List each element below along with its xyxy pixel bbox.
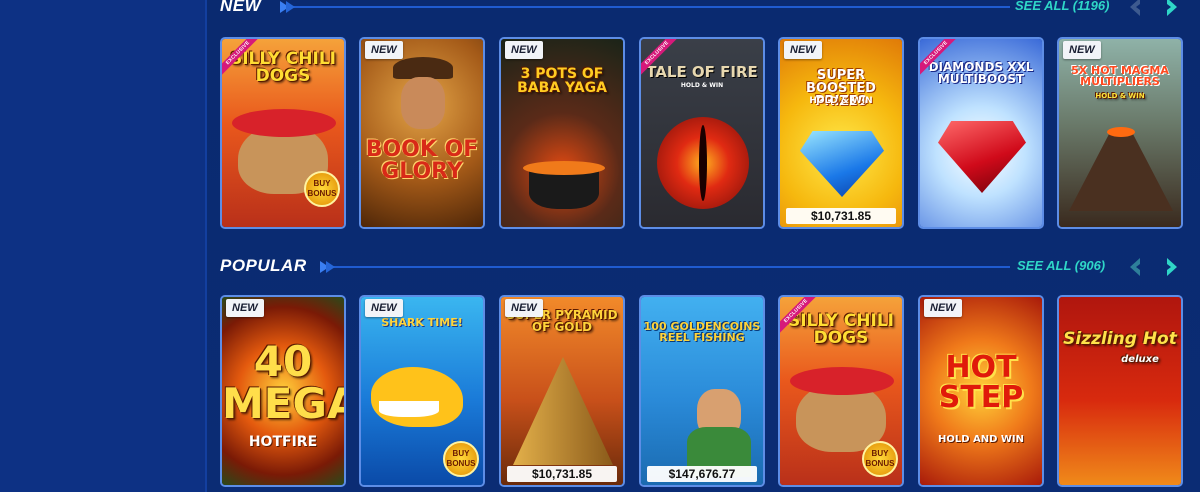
game-tile[interactable]: SILLY CHILI DOGS EXCLUSIVE BUY BONUS [220, 37, 346, 229]
see-all-popular-link[interactable]: SEE ALL (906) [1017, 258, 1105, 273]
game-tile[interactable]: HOT STEP HOLD AND WIN NEW [918, 295, 1044, 487]
game-tile[interactable]: SILLY CHILI DOGS EXCLUSIVE BUY BONUS [778, 295, 904, 487]
main-content: NEW SEE ALL (1196) SILLY CHILI DOGS EXCL… [207, 0, 1200, 492]
new-badge: NEW [505, 299, 543, 317]
game-art [361, 39, 483, 227]
chevron-right-icon[interactable] [1160, 0, 1182, 18]
section-title: NEW [220, 0, 262, 15]
game-subtitle: deluxe [1121, 354, 1159, 365]
buy-bonus-icon: BUY BONUS [862, 441, 898, 477]
game-logo: TALE OF FIRE [646, 63, 758, 81]
new-badge: NEW [924, 299, 962, 317]
section-divider [280, 1, 1010, 13]
section-title: POPULAR [220, 256, 307, 275]
new-badge: NEW [365, 299, 403, 317]
game-logo: BOOK OF GLORY [365, 137, 479, 184]
game-tile[interactable]: SUPER BOOSTED PRIZES HOLD & WIN NEW $10,… [778, 37, 904, 229]
buy-bonus-icon: BUY BONUS [304, 171, 340, 207]
game-tile[interactable]: DIAMONDS XXL MULTIBOOST EXCLUSIVE [918, 37, 1044, 229]
game-logo: SHARK TIME! [381, 316, 463, 329]
new-badge: NEW [365, 41, 403, 59]
game-tile[interactable]: 40 MEGA HOTFIRE NEW [220, 295, 346, 487]
game-tile[interactable]: 5X HOT MAGMA MULTIPLIERS HOLD & WIN NEW [1057, 37, 1183, 229]
jackpot-amount: $147,676.77 [647, 466, 757, 482]
new-badge: NEW [784, 41, 822, 59]
buy-bonus-icon: BUY BONUS [443, 441, 479, 477]
chevron-left-icon[interactable] [1125, 256, 1147, 278]
game-tile[interactable]: SHARK TIME! NEW BUY BONUS [359, 295, 485, 487]
game-art [1059, 297, 1181, 485]
section-header: NEW SEE ALL (1196) [220, 0, 1200, 26]
new-badge: NEW [1063, 41, 1101, 59]
game-logo: HOT STEP [938, 350, 1024, 415]
jackpot-amount: $10,731.85 [786, 208, 896, 224]
section-header: POPULAR SEE ALL (906) [220, 256, 1200, 286]
game-tile[interactable]: TALE OF FIRE HOLD & WIN EXCLUSIVE [639, 37, 765, 229]
see-all-new-link[interactable]: SEE ALL (1196) [1015, 0, 1109, 13]
game-tile[interactable]: SUPER PYRAMID OF GOLD NEW $10,731.85 [499, 295, 625, 487]
game-subtitle: HOLD & WIN [1095, 92, 1145, 100]
jackpot-amount: $10,731.85 [507, 466, 617, 482]
chevron-left-icon[interactable] [1125, 0, 1147, 18]
game-tile[interactable]: 100 GOLDENCOINS REEL FISHING $147,676.77 [639, 295, 765, 487]
game-tile[interactable]: BOOK OF GLORY NEW [359, 37, 485, 229]
game-tile[interactable]: Sizzling Hot deluxe [1057, 295, 1183, 487]
section-divider [320, 261, 1010, 273]
new-badge: NEW [505, 41, 543, 59]
game-logo: 5X HOT MAGMA MULTIPLIERS [1071, 64, 1169, 88]
sidebar [0, 0, 207, 492]
game-logo: SILLY CHILI DOGS [787, 311, 894, 348]
game-tile[interactable]: 3 POTS OF BABA YAGA NEW [499, 37, 625, 229]
game-logo: 40 MEGA [222, 337, 346, 428]
section-new: NEW SEE ALL (1196) [220, 0, 1200, 26]
section-popular: POPULAR SEE ALL (906) [220, 256, 1200, 286]
game-subtitle: HOLD & WIN [680, 82, 724, 89]
game-subtitle: HOTFIRE [248, 434, 318, 450]
game-logo: DIAMONDS XXL MULTIBOOST [928, 60, 1034, 86]
chevron-right-icon[interactable] [1160, 256, 1182, 278]
game-subtitle: HOLD & WIN [809, 96, 873, 106]
game-logo: 100 GOLDENCOINS REEL FISHING [643, 320, 761, 344]
game-logo: 3 POTS OF BABA YAGA [517, 66, 607, 96]
game-subtitle: HOLD AND WIN [937, 434, 1025, 445]
new-badge: NEW [226, 299, 264, 317]
game-logo: Sizzling Hot [1063, 329, 1177, 349]
